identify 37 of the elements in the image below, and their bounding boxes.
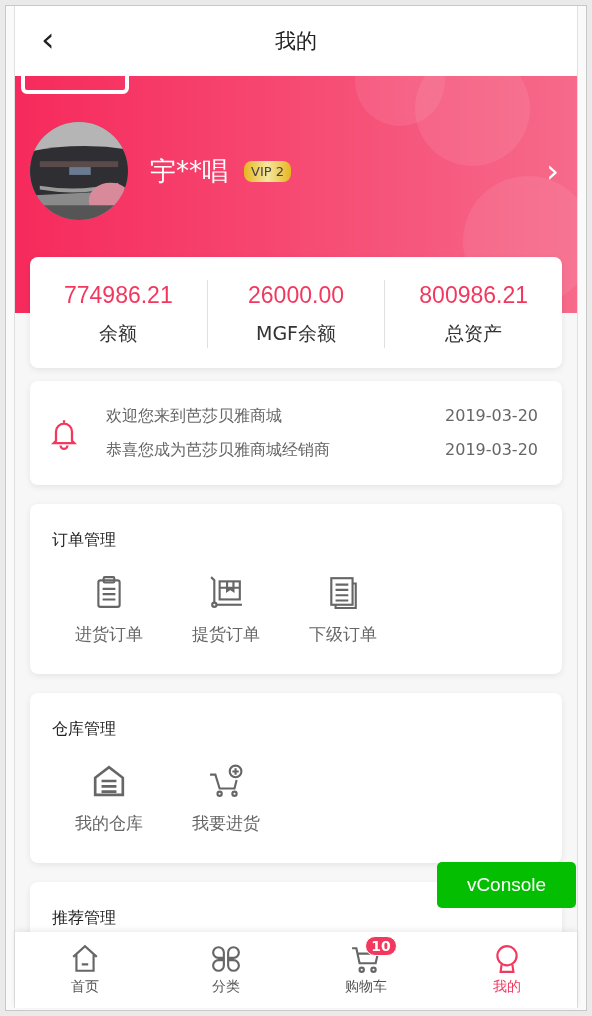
cart-add-icon <box>209 764 243 798</box>
balance-value: 26000.00 <box>248 281 344 309</box>
menu-item-label: 我的仓库 <box>75 812 143 835</box>
menu-item-label: 进货订单 <box>75 623 143 646</box>
count-badge: 10 <box>365 936 397 956</box>
vip-badge: VIP 2 <box>244 160 291 182</box>
clover-icon <box>210 944 241 974</box>
user-name: 宇**唱 <box>150 154 228 188</box>
notice-date: 2019-03-20 <box>445 440 538 461</box>
balance-label: 余额 <box>99 320 138 346</box>
notice-date: 2019-03-20 <box>445 406 538 427</box>
tab-item[interactable]: 我的 <box>436 932 577 1008</box>
back-button[interactable]: ‹ <box>41 22 55 56</box>
balance-label: MGF余额 <box>256 320 337 346</box>
menu-item[interactable]: 提货订单 <box>166 575 286 646</box>
menu-item[interactable]: 下级订单 <box>283 575 403 646</box>
menu-item[interactable]: 进货订单 <box>49 575 169 646</box>
trolley-icon <box>209 575 243 609</box>
tab-item[interactable]: 10 购物车 <box>296 932 437 1008</box>
menu-item-label: 下级订单 <box>309 623 377 646</box>
balance-value: 774986.21 <box>63 281 173 309</box>
page-title: 我的 <box>275 28 317 55</box>
balance-value: 800986.21 <box>419 281 529 309</box>
section-title: 推荐管理 <box>52 908 116 929</box>
menu-item-label: 提货订单 <box>192 623 260 646</box>
menu-item-label: 我要进货 <box>192 812 260 835</box>
bell-icon <box>50 417 78 450</box>
menu-item[interactable]: 我要进货 <box>166 764 286 835</box>
section-title: 仓库管理 <box>52 719 116 740</box>
notice-text[interactable]: 欢迎您来到芭莎贝雅商城 <box>106 406 282 427</box>
notice-text[interactable]: 恭喜您成为芭莎贝雅商城经销商 <box>106 440 330 461</box>
menu-item[interactable]: 我的仓库 <box>49 764 169 835</box>
section-title: 订单管理 <box>52 530 116 551</box>
warehouse-icon <box>92 764 126 798</box>
tab-item[interactable]: 首页 <box>15 932 156 1008</box>
tab-item[interactable]: 分类 <box>155 932 296 1008</box>
balance-label: 总资产 <box>445 320 503 346</box>
